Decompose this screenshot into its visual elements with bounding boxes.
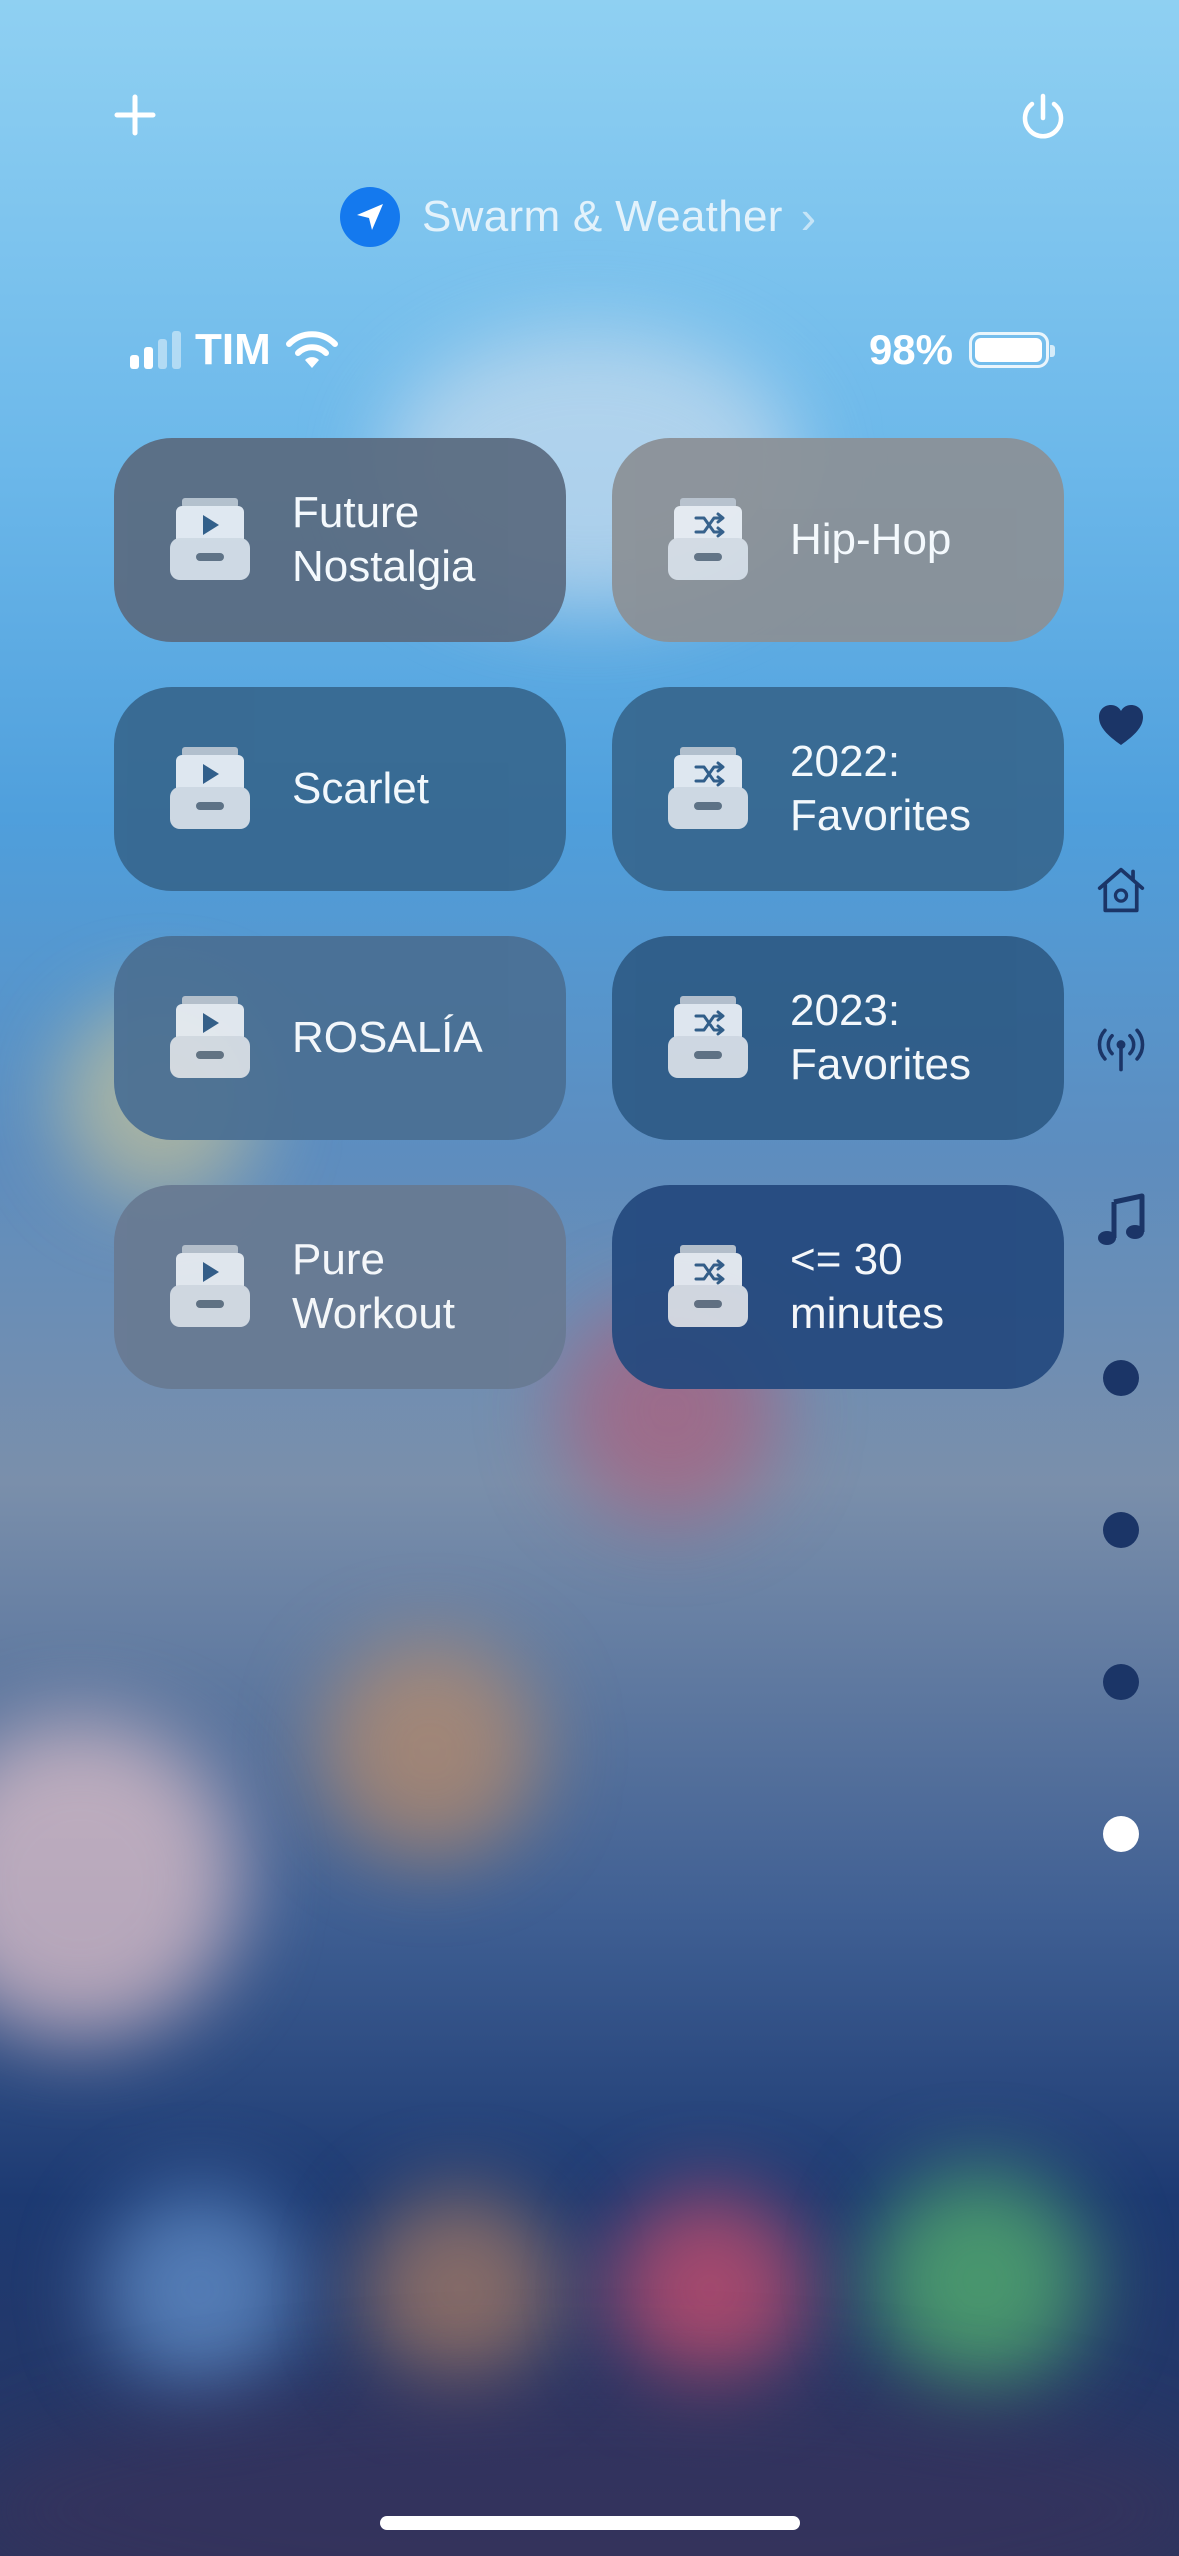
- playlist-play-icon: [170, 996, 250, 1078]
- shortcut-label: Future Nostalgia: [292, 488, 476, 591]
- page-dot-active[interactable]: [1103, 1816, 1139, 1852]
- bg-blur: [0, 1720, 240, 2040]
- bg-blur: [100, 2190, 300, 2390]
- playlist-play-icon: [170, 1245, 250, 1327]
- shortcut-tile[interactable]: Hip-Hop: [612, 438, 1064, 642]
- add-button[interactable]: [100, 80, 170, 150]
- playlist-play-icon: [170, 498, 250, 580]
- playlist-shuffle-icon: [668, 747, 748, 829]
- status-bar: TIM 98%: [130, 320, 1055, 380]
- sidebar-home[interactable]: [1096, 862, 1146, 918]
- playlist-shuffle-icon: [668, 1245, 748, 1327]
- wifi-icon: [285, 331, 338, 368]
- location-arrow-icon: [340, 187, 400, 247]
- cellular-signal-icon: [130, 331, 181, 369]
- shortcut-label: Scarlet: [292, 764, 429, 813]
- home-icon: [1097, 867, 1145, 913]
- shortcut-tile[interactable]: Pure Workout: [114, 1185, 566, 1389]
- power-button[interactable]: [1005, 80, 1081, 156]
- chevron-right-icon: ›: [800, 191, 817, 243]
- shortcut-tile[interactable]: ROSALÍA: [114, 936, 566, 1140]
- shortcut-tile[interactable]: 2023: Favorites: [612, 936, 1064, 1140]
- shortcut-tile[interactable]: Future Nostalgia: [114, 438, 566, 642]
- battery-percentage: 98%: [868, 326, 953, 373]
- focus-mode-selector[interactable]: Swarm & Weather ›: [340, 185, 816, 249]
- sidebar-music[interactable]: [1096, 1190, 1146, 1250]
- focus-mode-label: Swarm & Weather: [422, 192, 783, 241]
- carrier-name: TIM: [195, 325, 271, 374]
- plus-icon: [114, 94, 156, 136]
- shortcut-label: Pure Workout: [292, 1235, 456, 1338]
- battery-icon: [969, 332, 1055, 368]
- shortcut-tile[interactable]: <= 30 minutes: [612, 1185, 1064, 1389]
- antenna-icon: [1097, 1028, 1145, 1072]
- playlist-shuffle-icon: [668, 996, 748, 1078]
- shortcut-label: 2023: Favorites: [790, 986, 971, 1089]
- bg-blur: [320, 1640, 540, 1860]
- playlist-play-icon: [170, 747, 250, 829]
- control-center-screen: Swarm & Weather › TIM 98% Future Nostalg…: [0, 0, 1179, 2556]
- heart-icon: [1099, 705, 1143, 745]
- home-indicator[interactable]: [380, 2516, 800, 2530]
- bg-blur: [610, 2190, 810, 2390]
- page-dot[interactable]: [1103, 1664, 1139, 1700]
- shortcut-label: <= 30 minutes: [790, 1235, 945, 1338]
- bg-blur: [870, 2170, 1090, 2390]
- sidebar-favorites[interactable]: [1096, 700, 1146, 750]
- shortcut-label: 2022: Favorites: [790, 737, 971, 840]
- shortcut-tile[interactable]: Scarlet: [114, 687, 566, 891]
- shortcut-label: ROSALÍA: [292, 1013, 483, 1062]
- music-note-icon: [1098, 1193, 1145, 1245]
- sidebar-connectivity[interactable]: [1096, 1022, 1146, 1078]
- page-dot[interactable]: [1103, 1360, 1139, 1396]
- bg-blur: [360, 2190, 560, 2390]
- playlist-shuffle-icon: [668, 498, 748, 580]
- page-dot[interactable]: [1103, 1512, 1139, 1548]
- shortcut-tile[interactable]: 2022: Favorites: [612, 687, 1064, 891]
- shortcut-label: Hip-Hop: [790, 515, 952, 564]
- power-icon: [1022, 93, 1064, 139]
